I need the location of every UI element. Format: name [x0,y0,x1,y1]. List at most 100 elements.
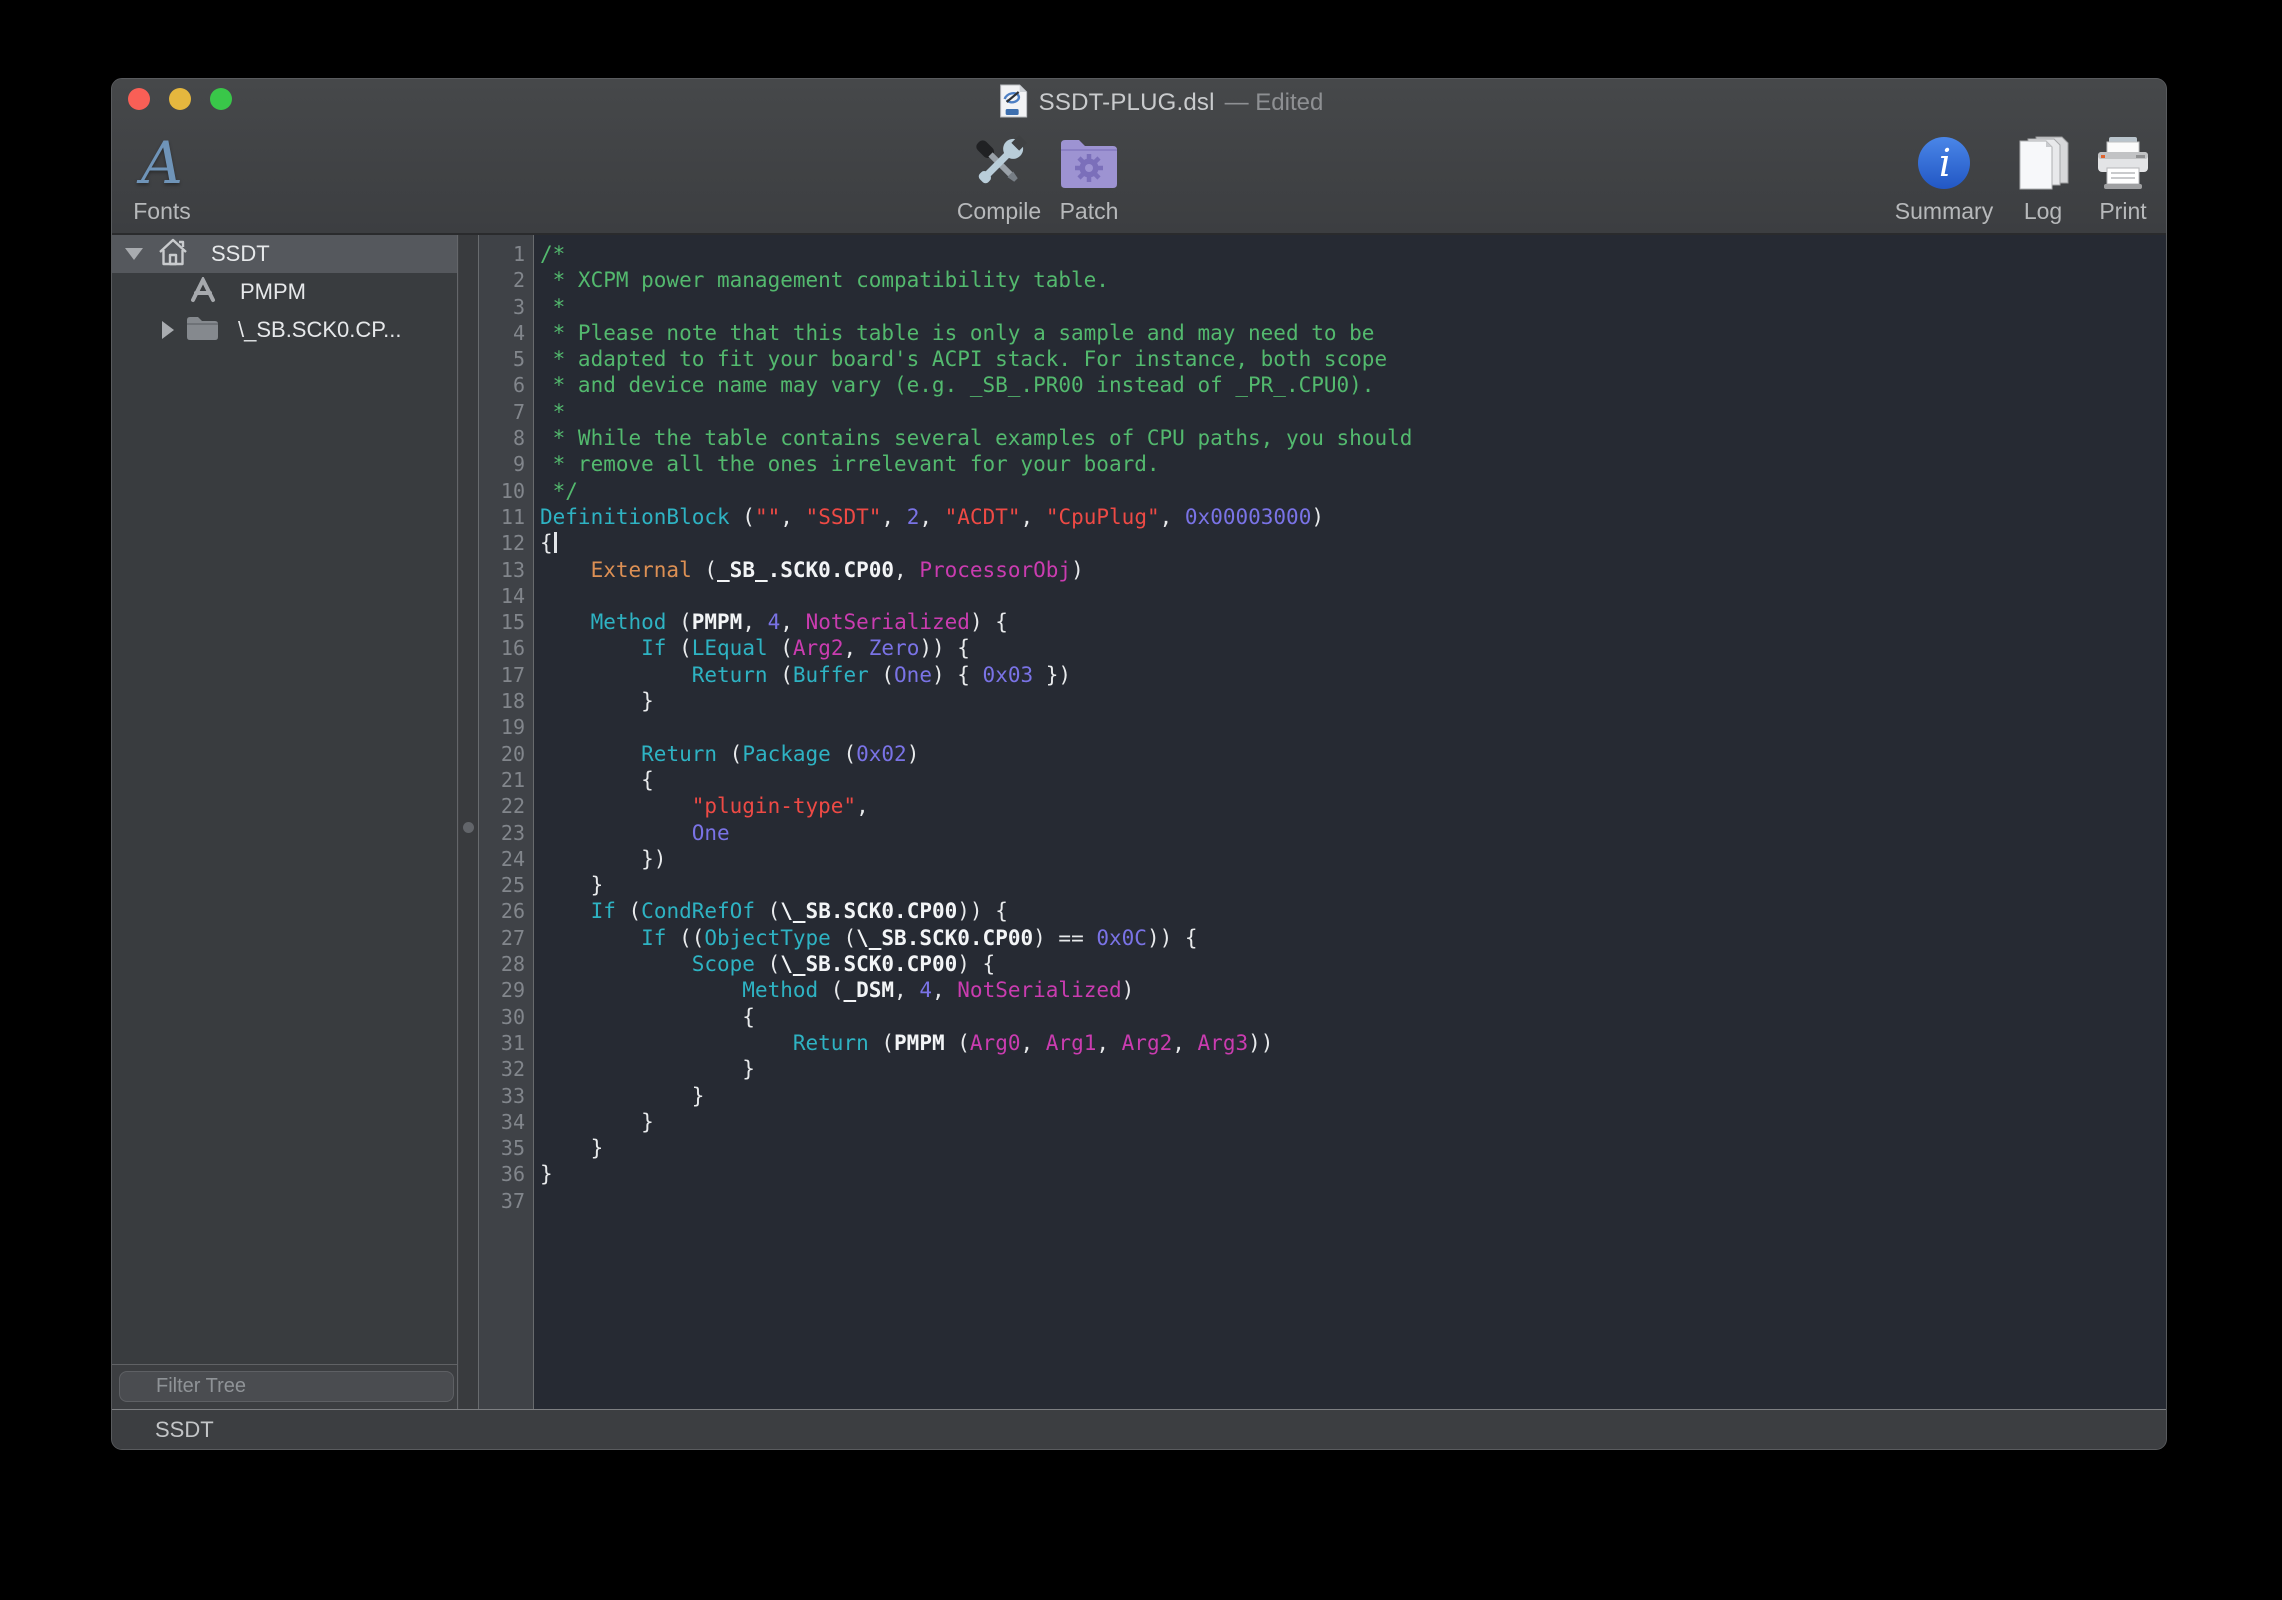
code-line [540,583,2166,609]
code-line: */ [540,478,2166,504]
line-number: 27 [479,925,525,951]
divider-handle[interactable] [463,822,474,833]
patch-button[interactable]: Patch [1014,129,1164,225]
code-line: If (CondRefOf (\_SB.SCK0.CP00)) { [540,898,2166,924]
code-line: * XCPM power management compatibility ta… [540,267,2166,293]
line-number: 17 [479,662,525,688]
fonts-label: Fonts [133,198,191,225]
code-line: Scope (\_SB.SCK0.CP00) { [540,951,2166,977]
window-title: SSDT-PLUG.dsl [1039,89,1215,117]
line-number: 24 [479,846,525,872]
line-number: 8 [479,425,525,451]
line-number: 15 [479,609,525,635]
line-number: 7 [479,399,525,425]
code-line: Method (PMPM, 4, NotSerialized) { [540,609,2166,635]
line-number: 18 [479,688,525,714]
line-number: 16 [479,635,525,661]
code-line: { [540,767,2166,793]
line-number: 20 [479,741,525,767]
code-lines: /* * XCPM power management compatibility… [534,235,2166,1214]
line-number: 37 [479,1188,525,1214]
line-number: 33 [479,1083,525,1109]
code-line: } [540,688,2166,714]
sidebar-item-label: \_SB.SCK0.CP... [238,317,401,343]
patch-label: Patch [1060,198,1119,225]
line-number: 29 [479,977,525,1003]
line-number: 19 [479,714,525,740]
code-line: DefinitionBlock ("", "SSDT", 2, "ACDT", … [540,504,2166,530]
minimize-button[interactable] [169,88,191,110]
sidebar-item-label: PMPM [240,279,306,305]
printer-icon [2092,129,2154,196]
line-number: 2 [479,267,525,293]
desktop: SSDT-PLUG.dsl — Edited A Fonts [0,0,2282,1600]
line-number: 1 [479,241,525,267]
line-number: 13 [479,557,525,583]
line-number: 22 [479,793,525,819]
code-line: } [540,1056,2166,1082]
method-icon [189,277,217,308]
code-line: Return (PMPM (Arg0, Arg1, Arg2, Arg3)) [540,1030,2166,1056]
window-title-group: SSDT-PLUG.dsl — Edited [999,85,1324,121]
line-number-gutter: 1234567891011121314151617181920212223242… [478,235,534,1409]
acpi-tree: SSDT PMPM [112,235,457,1365]
titlebar-toolbar: SSDT-PLUG.dsl — Edited A Fonts [112,79,2166,235]
code-line: * remove all the ones irrelevant for you… [540,451,2166,477]
line-number: 3 [479,294,525,320]
sidebar-item-sb-sck0[interactable]: \_SB.SCK0.CP... [112,311,457,349]
code-line [540,1188,2166,1214]
print-label: Print [2099,198,2146,225]
maciasl-window: SSDT-PLUG.dsl — Edited A Fonts [111,78,2167,1450]
code-line: } [540,1083,2166,1109]
sidebar-item-pmpm[interactable]: PMPM [112,273,457,311]
code-line: } [540,1135,2166,1161]
code-line: Method (_DSM, 4, NotSerialized) [540,977,2166,1003]
fonts-icon: A [141,129,183,196]
line-number: 36 [479,1161,525,1187]
line-number: 5 [479,346,525,372]
line-number: 14 [479,583,525,609]
code-line: "plugin-type", [540,793,2166,819]
line-number: 25 [479,872,525,898]
code-line: /* [540,241,2166,267]
fonts-button[interactable]: A Fonts [111,129,237,225]
filter-tree-input[interactable] [119,1371,454,1402]
document-icon [999,83,1029,124]
code-line: { [540,530,2166,556]
line-number: 30 [479,1004,525,1030]
code-line: * [540,294,2166,320]
code-line: * While the table contains several examp… [540,425,2166,451]
code-line: External (_SB_.SCK0.CP00, ProcessorObj) [540,557,2166,583]
line-number: 4 [479,320,525,346]
code-line: } [540,1109,2166,1135]
split-divider[interactable] [459,235,478,1409]
print-button[interactable]: Print [2048,129,2167,225]
code-line: Return (Buffer (One) { 0x03 }) [540,662,2166,688]
code-editor[interactable]: /* * XCPM power management compatibility… [534,235,2166,1409]
line-number: 34 [479,1109,525,1135]
line-numbers: 1234567891011121314151617181920212223242… [479,235,533,1214]
code-line: * and device name may vary (e.g. _SB_.PR… [540,372,2166,398]
code-line: { [540,1004,2166,1030]
svg-text:i: i [1939,141,1951,185]
code-line: * [540,399,2166,425]
zoom-button[interactable] [210,88,232,110]
window-title-edited: — Edited [1225,89,1324,117]
status-path: SSDT [155,1417,214,1443]
line-number: 10 [479,478,525,504]
filter-section [112,1365,457,1409]
sidebar-item-ssdt[interactable]: SSDT [112,235,457,273]
code-line: If (LEqual (Arg2, Zero)) { [540,635,2166,661]
line-number: 35 [479,1135,525,1161]
line-number: 6 [479,372,525,398]
home-icon [157,237,189,272]
line-number: 11 [479,504,525,530]
line-number: 26 [479,898,525,924]
disclosure-down-icon[interactable] [125,248,143,260]
close-button[interactable] [128,88,150,110]
code-line: One [540,820,2166,846]
disclosure-right-icon[interactable] [162,321,174,339]
code-line: Return (Package (0x02) [540,741,2166,767]
patch-folder-gear-icon [1058,129,1120,196]
summary-info-icon: i [1916,129,1972,196]
